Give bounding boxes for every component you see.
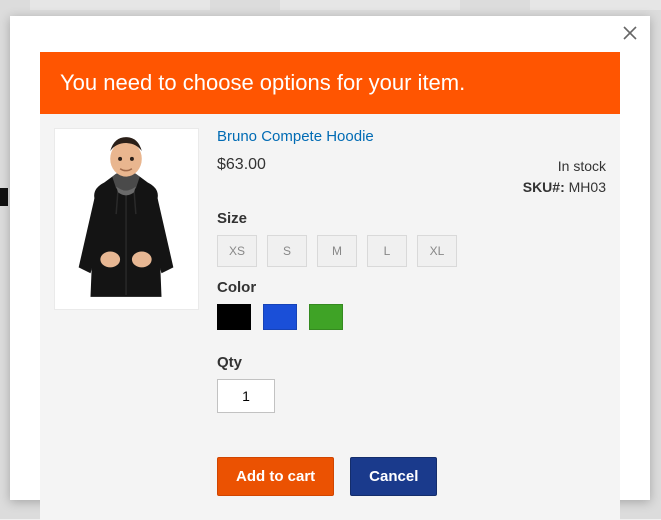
close-button[interactable]	[618, 22, 642, 46]
color-option-green[interactable]	[309, 304, 343, 330]
options-modal: You need to choose options for your item…	[10, 16, 650, 500]
size-option-m[interactable]: M	[317, 235, 357, 267]
stock-status: In stock	[523, 156, 606, 177]
qty-input[interactable]	[217, 379, 275, 413]
color-options	[217, 304, 606, 330]
notice-banner: You need to choose options for your item…	[40, 52, 620, 114]
close-icon	[623, 24, 637, 45]
sku-label: SKU#:	[523, 179, 565, 195]
size-option-xs[interactable]: XS	[217, 235, 257, 267]
size-option-xl[interactable]: XL	[417, 235, 457, 267]
size-option-l[interactable]: L	[367, 235, 407, 267]
qty-label: Qty	[217, 354, 606, 371]
cancel-button[interactable]: Cancel	[350, 457, 437, 496]
color-option-blue[interactable]	[263, 304, 297, 330]
size-option-s[interactable]: S	[267, 235, 307, 267]
product-details: Bruno Compete Hoodie $63.00 In stock SKU…	[217, 128, 606, 496]
sku-value: MH03	[569, 179, 606, 195]
stock-sku-block: In stock SKU#: MH03	[523, 156, 606, 198]
product-image	[54, 128, 199, 310]
product-name-link[interactable]: Bruno Compete Hoodie	[217, 128, 374, 145]
notice-text: You need to choose options for your item…	[60, 70, 465, 95]
color-label: Color	[217, 279, 606, 296]
size-label: Size	[217, 210, 606, 227]
color-option-black[interactable]	[217, 304, 251, 330]
modal-content: Bruno Compete Hoodie $63.00 In stock SKU…	[40, 114, 620, 520]
product-price: $63.00	[217, 156, 266, 174]
size-options: XS S M L XL	[217, 235, 606, 267]
add-to-cart-button[interactable]: Add to cart	[217, 457, 334, 496]
